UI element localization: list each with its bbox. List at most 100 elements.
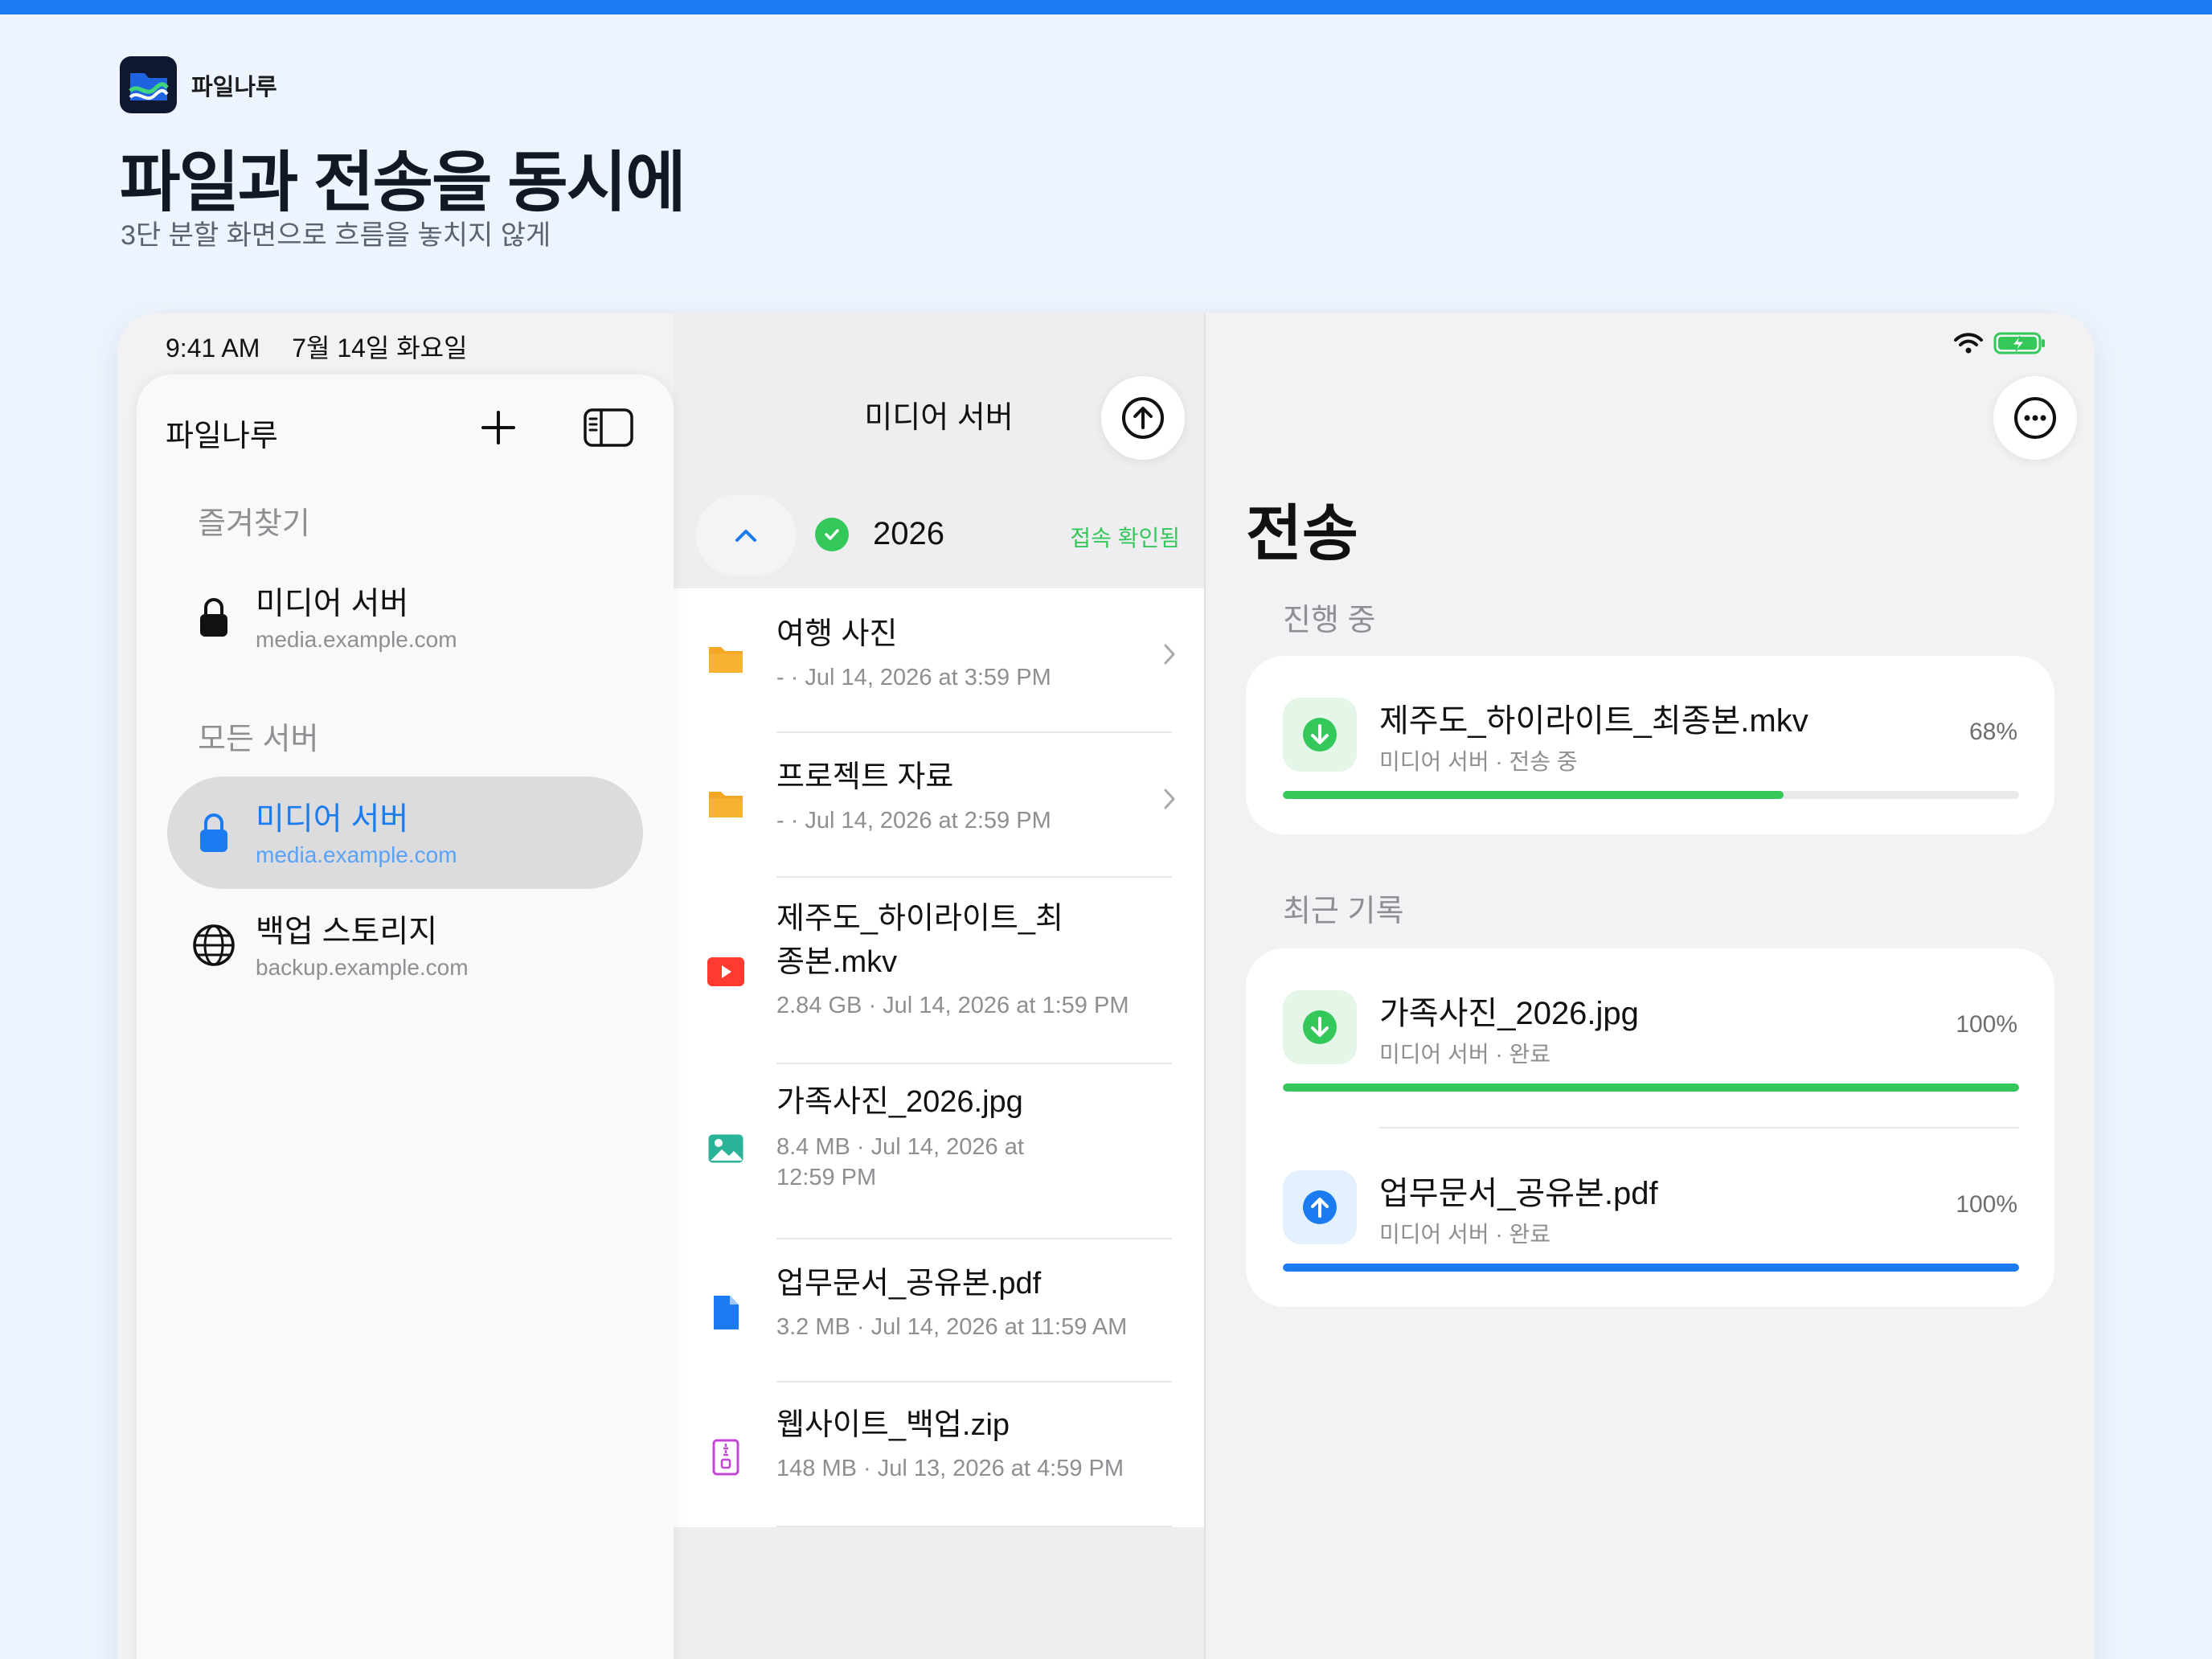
recent-label: 최근 기록 (1283, 895, 1404, 928)
folder-icon (706, 638, 746, 678)
sidebar-title: 파일나루 (166, 420, 278, 453)
file-name: 가족사진_2026.jpg (776, 1085, 1023, 1119)
file-meta: 2.84 GB · Jul 14, 2026 at 1:59 PM (776, 993, 1129, 1018)
current-folder-name: 2026 (873, 516, 944, 551)
hero-title: 파일과 전송을 동시에 (120, 146, 686, 219)
file-row[interactable]: 제주도_하이라이트_최 종본.mkv 2.84 GB · Jul 14, 202… (674, 878, 1204, 1064)
file-row[interactable]: 가족사진_2026.jpg 8.4 MB · Jul 14, 2026 at 1… (674, 1064, 1204, 1239)
hero-subtitle: 3단 분할 화면으로 흐름을 놓치지 않게 (121, 220, 551, 251)
file-meta-line: 12:59 PM (776, 1165, 877, 1190)
sidebar-item-media-server[interactable]: 미디어 서버 media.example.com (167, 776, 643, 889)
all-servers-label: 모든 서버 (198, 723, 319, 756)
progress-fill (1283, 1083, 2019, 1092)
more-icon (2014, 397, 2056, 439)
transfer-row[interactable]: 업무문서_공유본.pdf 미디어 서버 · 완료 100% (1246, 1129, 2054, 1305)
row-divider (776, 1526, 1172, 1527)
collapse-folder-button[interactable] (696, 495, 796, 576)
server-name: 백업 스토리지 (256, 915, 438, 949)
status-time: 9:41 AM 7월 14일 화요일 (166, 328, 468, 365)
status-date: 7월 14일 화요일 (292, 334, 468, 363)
upload-button[interactable] (1101, 376, 1185, 460)
upload-icon (1283, 1170, 1357, 1244)
file-name: 업무문서_공유본.pdf (776, 1267, 1042, 1301)
chevron-right-icon (1157, 783, 1182, 815)
file-meta: 148 MB · Jul 13, 2026 at 4:59 PM (776, 1456, 1124, 1481)
server-host: media.example.com (256, 627, 457, 652)
file-browser-column: 미디어 서버 2026 접속 확인됨 여행 사진 - · Jul 14, 202… (674, 313, 1204, 1659)
transfer-percent: 68% (1968, 719, 2017, 745)
add-server-button[interactable] (474, 403, 522, 452)
tablet-frame: 미디어 서버 2026 접속 확인됨 여행 사진 - · Jul 14, 202… (117, 313, 2095, 1659)
check-circle-icon (815, 518, 849, 551)
transfer-row[interactable]: 가족사진_2026.jpg 미디어 서버 · 완료 100% (1246, 948, 2054, 1125)
more-button[interactable] (1993, 376, 2077, 460)
recent-card: 가족사진_2026.jpg 미디어 서버 · 완료 100% 업무문서_공유본.… (1246, 948, 2054, 1307)
progress-fill (1283, 791, 1784, 799)
file-name: 웹사이트_백업.zip (776, 1408, 1010, 1442)
sidebar: 파일나루 즐겨찾기 미디어 서버 media.example.com 모든 서버… (137, 375, 674, 1659)
progress-bar (1283, 1264, 2019, 1272)
server-host: backup.example.com (256, 955, 469, 980)
progress-bar (1283, 791, 2019, 799)
file-name: 여행 사진 (776, 617, 898, 651)
sidebar-item-favorite-media-server[interactable]: 미디어 서버 media.example.com (167, 561, 643, 674)
app-logo-icon (120, 56, 177, 113)
transfer-name: 업무문서_공유본.pdf (1379, 1176, 1658, 1211)
transfer-status: 미디어 서버 · 전송 중 (1379, 749, 1578, 774)
file-name-line: 종본.mkv (776, 945, 898, 979)
file-name-line: 제주도_하이라이트_최 (776, 902, 1063, 936)
progress-bar (1283, 1083, 2019, 1092)
transfer-name: 제주도_하이라이트_최종본.mkv (1379, 703, 1809, 739)
upload-icon (1122, 397, 1164, 439)
file-row[interactable]: 업무문서_공유본.pdf 3.2 MB · Jul 14, 2026 at 11… (674, 1239, 1204, 1382)
folder-icon (706, 783, 746, 823)
sidebar-item-backup-storage[interactable]: 백업 스토리지 backup.example.com (167, 889, 643, 1002)
transfer-status: 미디어 서버 · 완료 (1379, 1222, 1550, 1247)
video-icon (706, 952, 746, 992)
file-meta: 8.4 MB · Jul 14, 2026 at 12:59 PM (776, 1132, 1154, 1193)
transfer-row[interactable]: 제주도_하이라이트_최종본.mkv 미디어 서버 · 전송 중 68% (1246, 656, 2054, 833)
download-icon (1283, 990, 1357, 1064)
brand: 파일나루 (120, 56, 277, 113)
wifi-icon (1954, 333, 1983, 354)
server-name: 미디어 서버 (256, 802, 409, 837)
transfer-status: 미디어 서버 · 완료 (1379, 1042, 1550, 1067)
file-row[interactable]: 프로젝트 자료 - · Jul 14, 2026 at 2:59 PM (674, 733, 1204, 878)
transfer-name: 가족사진_2026.jpg (1379, 996, 1639, 1031)
server-name: 미디어 서버 (256, 587, 409, 621)
zip-icon (706, 1437, 746, 1477)
connection-status: 접속 확인됨 (1070, 526, 1180, 551)
plus-icon (481, 411, 515, 444)
server-host: media.example.com (256, 842, 457, 867)
in-progress-card: 제주도_하이라이트_최종본.mkv 미디어 서버 · 전송 중 68% (1246, 656, 2054, 834)
toggle-sidebar-button[interactable] (580, 403, 637, 452)
status-clock: 9:41 AM (166, 334, 260, 363)
in-progress-label: 진행 중 (1283, 604, 1376, 637)
status-icons (1953, 331, 2046, 355)
lock-icon (191, 595, 236, 640)
file-row[interactable]: 여행 사진 - · Jul 14, 2026 at 3:59 PM (674, 588, 1204, 733)
brand-name: 파일나루 (191, 74, 277, 100)
file-name: 프로젝트 자료 (776, 760, 954, 794)
transfer-percent: 100% (1956, 1191, 2017, 1218)
image-icon (706, 1129, 746, 1169)
progress-fill (1283, 1264, 2019, 1272)
top-accent-bar (0, 0, 2212, 14)
sidebar-icon (584, 408, 633, 447)
file-meta: 3.2 MB · Jul 14, 2026 at 11:59 AM (776, 1314, 1128, 1340)
transfer-percent: 100% (1956, 1011, 2017, 1038)
transfers-column: 전송 진행 중 제주도_하이라이트_최종본.mkv 미디어 서버 · 전송 중 … (1204, 313, 2095, 1659)
file-meta: - · Jul 14, 2026 at 3:59 PM (776, 665, 1051, 690)
favorites-label: 즐겨찾기 (198, 507, 310, 541)
file-meta-line: 8.4 MB · Jul 14, 2026 at (776, 1134, 1024, 1160)
chevron-right-icon (1157, 638, 1182, 670)
file-row[interactable]: 웹사이트_백업.zip 148 MB · Jul 13, 2026 at 4:5… (674, 1382, 1204, 1527)
download-icon (1283, 698, 1357, 772)
document-icon (706, 1292, 746, 1333)
chevron-up-icon (735, 530, 756, 542)
lock-icon (191, 810, 236, 855)
transfers-title: 전송 (1246, 500, 1358, 568)
file-meta: - · Jul 14, 2026 at 2:59 PM (776, 808, 1051, 834)
battery-charging-icon (1993, 332, 2045, 354)
globe-icon (191, 923, 236, 968)
